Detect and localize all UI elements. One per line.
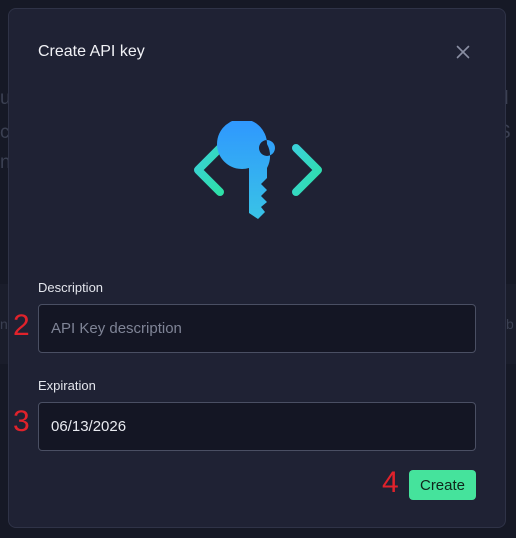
create-api-key-dialog: Create API key Description Expiration: [8, 8, 506, 528]
close-icon: [456, 45, 470, 59]
close-button[interactable]: [451, 42, 475, 62]
left-bracket-shape: [194, 144, 224, 196]
annotation-marker-4: 4: [382, 466, 399, 499]
annotation-marker-2: 2: [13, 309, 30, 342]
key-shape: [217, 121, 275, 219]
expiration-date-input[interactable]: [38, 402, 476, 451]
expiration-label: Expiration: [38, 378, 96, 393]
create-button[interactable]: Create: [409, 470, 476, 500]
background-text-fragment: n: [0, 316, 8, 332]
description-input[interactable]: [38, 304, 476, 353]
dialog-title: Create API key: [38, 43, 145, 60]
description-label: Description: [38, 280, 104, 295]
right-bracket-shape: [292, 144, 322, 196]
annotation-marker-3: 3: [13, 405, 30, 438]
background-text-fragment: b: [506, 316, 514, 332]
api-key-code-icon: [194, 121, 322, 219]
